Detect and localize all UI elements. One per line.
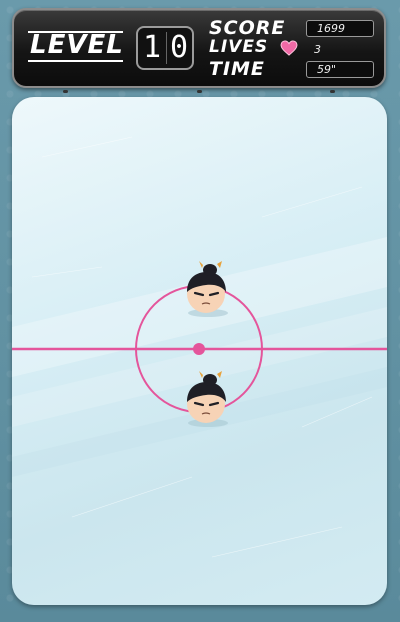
heart-icon — [280, 40, 298, 56]
samurai-head-icon[interactable] — [182, 370, 232, 428]
ice-rink[interactable] — [12, 97, 387, 605]
hud-panel: LEVEL 1 0 SCORE 1699 LIVES 3 TIME 59" — [12, 8, 386, 88]
hud-rivet-center — [197, 90, 202, 93]
level-underline-bottom — [28, 60, 123, 62]
hud-rivet-left — [63, 90, 68, 93]
level-label: LEVEL — [30, 30, 124, 60]
level-display: 1 0 — [136, 26, 194, 70]
time-label: TIME — [209, 58, 265, 80]
score-value: 1699 — [306, 20, 374, 37]
samurai-head-icon — [187, 261, 228, 317]
hud-rivet-right — [330, 90, 335, 93]
time-value: 59" — [306, 61, 374, 78]
lives-value: 3 — [314, 43, 321, 56]
rink-markings — [12, 285, 387, 413]
level-digit-ones: 0 — [169, 30, 189, 65]
score-label: SCORE — [209, 17, 286, 39]
level-digit-tens: 1 — [142, 30, 162, 65]
puck — [193, 343, 205, 355]
lives-label: LIVES — [209, 37, 269, 57]
